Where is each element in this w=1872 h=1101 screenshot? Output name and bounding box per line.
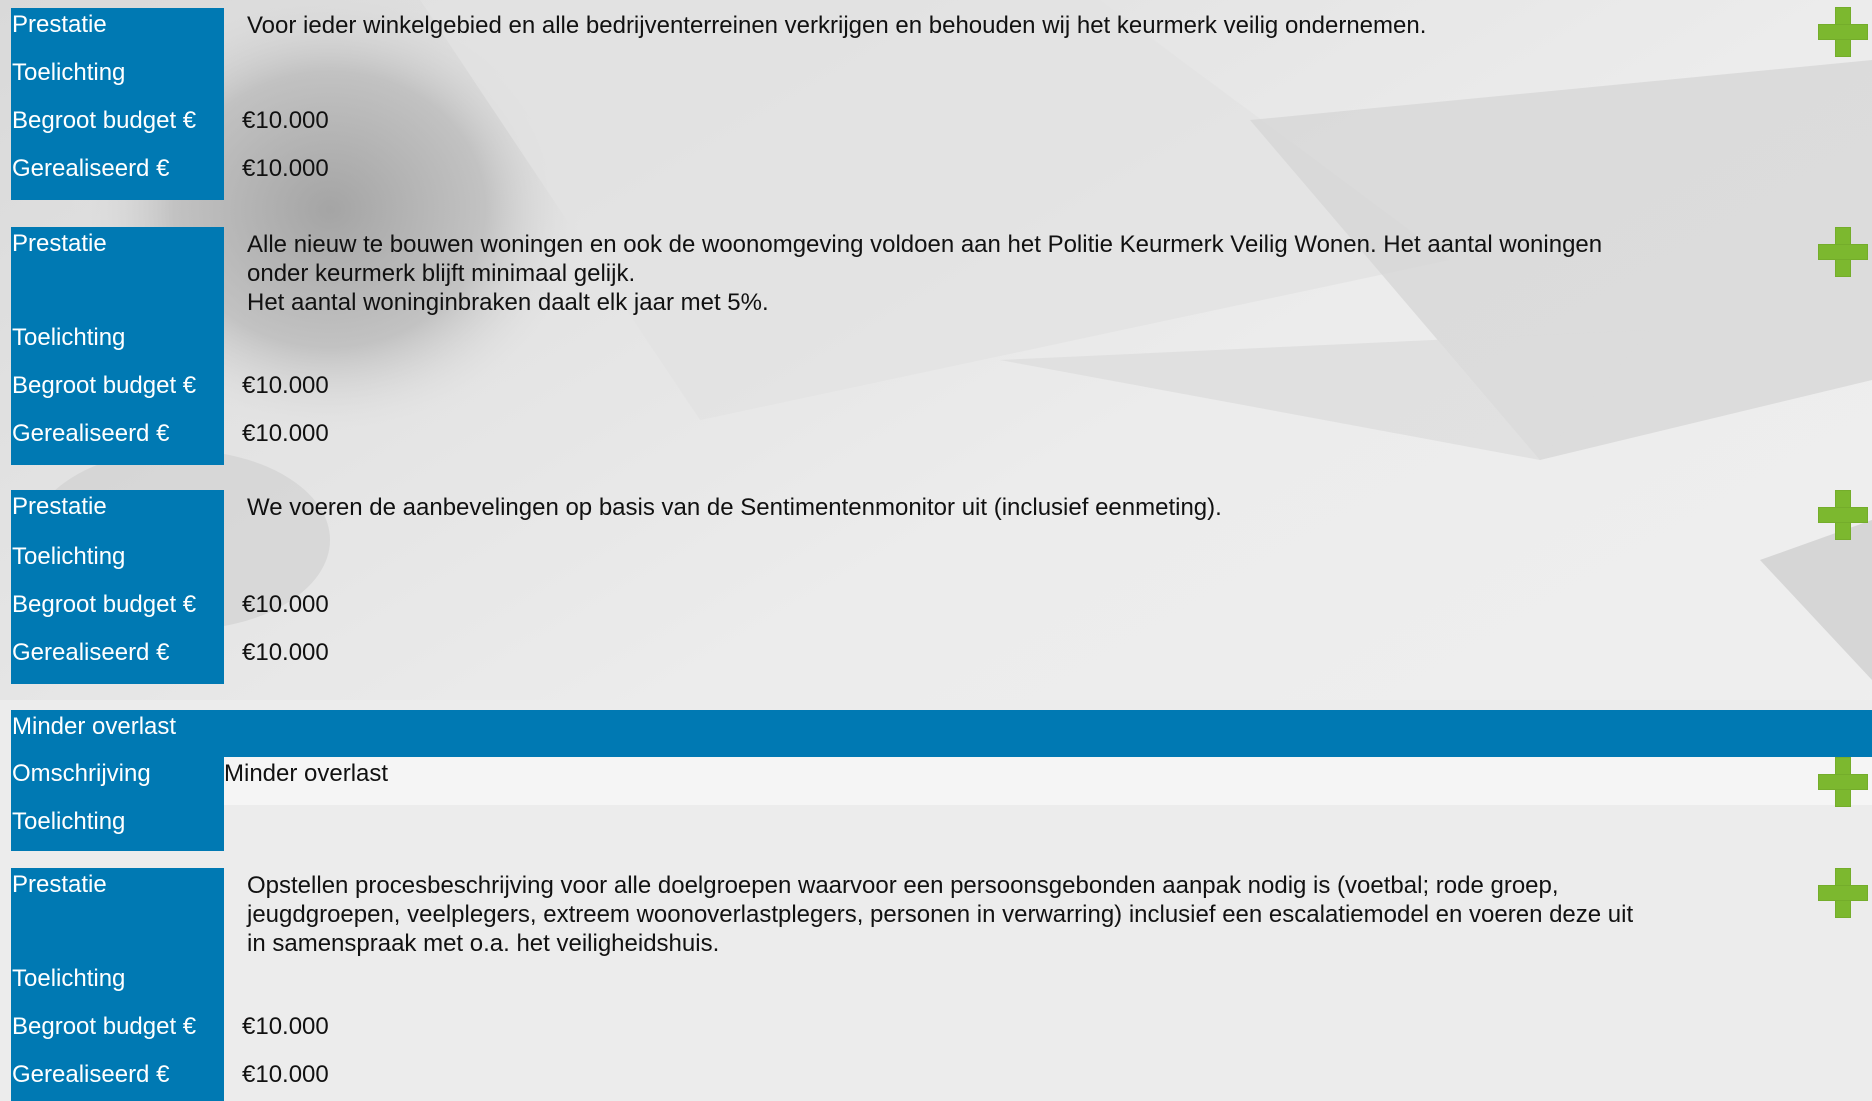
prestatie-text: We voeren de aanbevelingen op basis van … [247,490,1807,522]
begroot-label: Begroot budget € [11,588,224,636]
prestatie-text: Alle nieuw te bouwen woningen en ook de … [247,227,1807,317]
toelichting-row: Toelichting [0,56,1872,104]
toelichting-row: Toelichting [0,540,1872,588]
performance-list: Prestatie Voor ieder winkelgebied en all… [0,0,1872,1101]
begroot-label: Begroot budget € [11,1010,224,1058]
plus-icon[interactable] [1818,757,1868,807]
toelichting-label: Toelichting [11,805,224,851]
begroot-row: Begroot budget € €10.000 [0,104,1872,152]
begroot-row: Begroot budget € €10.000 [0,588,1872,636]
toelichting-label: Toelichting [11,540,224,588]
gerealiseerd-row: Gerealiseerd € €10.000 [0,417,1872,465]
plus-icon[interactable] [1818,490,1868,540]
begroot-value: €10.000 [242,372,329,399]
gerealiseerd-value: €10.000 [242,1061,329,1088]
prestatie-label: Prestatie [11,490,224,540]
section-header: Minder overlast [11,710,1872,757]
begroot-value: €10.000 [242,107,329,134]
prestatie-line: Voor ieder winkelgebied en alle bedrijve… [247,12,1427,39]
begroot-value: €10.000 [242,591,329,618]
prestatie-row: Prestatie Alle nieuw te bouwen woningen … [0,227,1872,321]
prestatie-block-2: Prestatie Alle nieuw te bouwen woningen … [0,227,1872,465]
gerealiseerd-row: Gerealiseerd € €10.000 [0,1058,1872,1101]
gerealiseerd-value: €10.000 [242,420,329,447]
gerealiseerd-value: €10.000 [242,639,329,666]
gerealiseerd-row: Gerealiseerd € €10.000 [0,152,1872,200]
prestatie-row: Prestatie We voeren de aanbevelingen op … [0,490,1872,540]
toelichting-label: Toelichting [11,321,224,369]
gerealiseerd-row: Gerealiseerd € €10.000 [0,636,1872,684]
prestatie-line: Het aantal woninginbraken daalt elk jaar… [247,289,769,316]
prestatie-label: Prestatie [11,868,224,962]
prestatie-line: in samenspraak met o.a. het veiligheidsh… [247,930,720,957]
prestatie-line: We voeren de aanbevelingen op basis van … [247,494,1222,521]
begroot-label: Begroot budget € [11,369,224,417]
gerealiseerd-value: €10.000 [242,155,329,182]
omschrijving-row: Omschrijving Minder overlast [11,757,1872,805]
begroot-row: Begroot budget € €10.000 [0,1010,1872,1058]
toelichting-label: Toelichting [11,962,224,1010]
omschrijving-value: Minder overlast [224,760,389,787]
prestatie-block-4: Prestatie Opstellen procesbeschrijving v… [0,868,1872,1101]
plus-icon[interactable] [1818,227,1868,277]
section-toelichting: Toelichting [0,805,1872,851]
gerealiseerd-label: Gerealiseerd € [11,417,224,465]
prestatie-row: Prestatie Voor ieder winkelgebied en all… [0,8,1872,56]
toelichting-row: Toelichting [0,321,1872,369]
prestatie-block-3: Prestatie We voeren de aanbevelingen op … [0,490,1872,684]
omschrijving-label: Omschrijving [11,757,224,805]
begroot-label: Begroot budget € [11,104,224,152]
gerealiseerd-label: Gerealiseerd € [11,152,224,200]
gerealiseerd-label: Gerealiseerd € [11,636,224,684]
begroot-row: Begroot budget € €10.000 [0,369,1872,417]
prestatie-label: Prestatie [11,227,224,321]
toelichting-label: Toelichting [11,56,224,104]
prestatie-block-1: Prestatie Voor ieder winkelgebied en all… [0,8,1872,200]
plus-icon[interactable] [1818,868,1868,918]
prestatie-line: jeugdgroepen, veelplegers, extreem woono… [247,901,1634,928]
prestatie-label: Prestatie [11,8,224,56]
begroot-value: €10.000 [242,1013,329,1040]
prestatie-line: Opstellen procesbeschrijving voor alle d… [247,872,1559,899]
prestatie-line: onder keurmerk blijft minimaal gelijk. [247,260,636,287]
prestatie-row: Prestatie Opstellen procesbeschrijving v… [0,868,1872,962]
gerealiseerd-label: Gerealiseerd € [11,1058,224,1101]
prestatie-text: Opstellen procesbeschrijving voor alle d… [247,868,1807,958]
prestatie-text: Voor ieder winkelgebied en alle bedrijve… [247,8,1807,40]
toelichting-row: Toelichting [0,962,1872,1010]
prestatie-line: Alle nieuw te bouwen woningen en ook de … [247,231,1603,258]
plus-icon[interactable] [1818,7,1868,57]
toelichting-row: Toelichting [0,805,1872,851]
